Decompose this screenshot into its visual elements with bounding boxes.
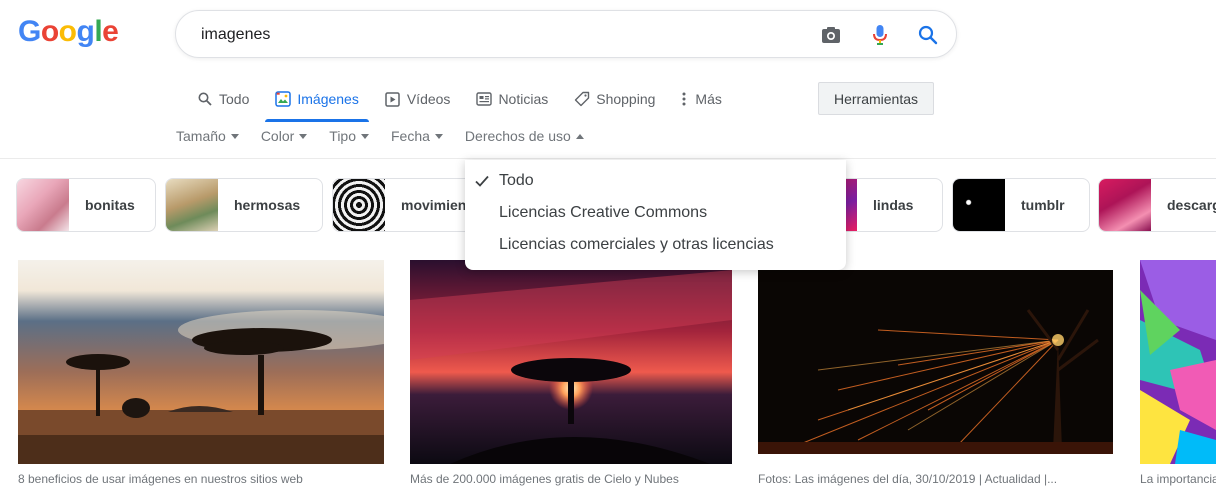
- chip-bonitas[interactable]: bonitas: [16, 178, 156, 232]
- filter-label: Fecha: [391, 128, 430, 144]
- rights-option-commercial[interactable]: Licencias comerciales y otras licencias: [499, 236, 774, 254]
- tree-sunset-image: [410, 260, 732, 464]
- filter-date[interactable]: Fecha: [391, 128, 443, 144]
- tab-label: Vídeos: [406, 91, 451, 107]
- logo-letter: o: [58, 15, 77, 48]
- chip-descargar[interactable]: descargar: [1098, 178, 1216, 232]
- result-caption[interactable]: Fotos: Las imágenes del día, 30/10/2019 …: [758, 472, 1113, 486]
- filter-bar: Tamaño Color Tipo Fecha Derechos de uso: [176, 128, 606, 144]
- chip-thumbnail: [1099, 179, 1151, 231]
- image-icon: [275, 91, 292, 107]
- filter-label: Tamaño: [176, 128, 226, 144]
- result-image-1[interactable]: [18, 260, 384, 464]
- savanna-image: [18, 260, 384, 464]
- tab-noticias[interactable]: Noticias: [476, 82, 548, 116]
- filter-type[interactable]: Tipo: [329, 128, 369, 144]
- chip-label: hermosas: [234, 197, 301, 213]
- usage-rights-menu: Todo Licencias Creative Commons Licencia…: [465, 160, 846, 270]
- more-vert-icon: [681, 91, 687, 107]
- result-caption[interactable]: La importancia: [1140, 472, 1216, 486]
- chip-hermosas[interactable]: hermosas: [165, 178, 323, 232]
- result-image-2[interactable]: [410, 260, 732, 464]
- result-image-4[interactable]: [1140, 260, 1216, 464]
- tab-videos[interactable]: Vídeos: [385, 82, 451, 116]
- filter-size[interactable]: Tamaño: [176, 128, 239, 144]
- google-logo[interactable]: Google: [18, 12, 119, 52]
- search-box[interactable]: [175, 10, 957, 59]
- tab-shopping[interactable]: Shopping: [574, 82, 655, 116]
- filter-label: Color: [260, 128, 295, 144]
- search-tabs: Todo Imágenes Vídeos Noticias Shopping M…: [197, 82, 748, 122]
- video-icon: [385, 91, 401, 107]
- tools-button[interactable]: Herramientas: [818, 82, 934, 115]
- caret-down-icon: [299, 133, 308, 139]
- result-caption[interactable]: Más de 200.000 imágenes gratis de Cielo …: [410, 472, 732, 486]
- chip-label: bonitas: [85, 197, 135, 213]
- tab-label: Imágenes: [297, 91, 359, 107]
- colorful-abstract-image: [1140, 260, 1216, 464]
- caret-up-icon: [575, 133, 584, 139]
- caret-down-icon: [230, 133, 239, 139]
- chip-thumbnail: [953, 179, 1005, 231]
- camera-icon[interactable]: [819, 23, 843, 47]
- chip-label: descargar: [1167, 197, 1216, 213]
- sparks-tree-image: [758, 270, 1113, 454]
- tab-label: Shopping: [596, 91, 656, 107]
- header-divider: [0, 158, 1216, 159]
- logo-letter: o: [40, 15, 59, 48]
- filter-color[interactable]: Color: [260, 128, 308, 144]
- filter-usage-rights[interactable]: Derechos de uso: [465, 128, 584, 144]
- news-icon: [476, 91, 493, 107]
- chip-thumbnail: [166, 179, 218, 231]
- logo-letter: l: [94, 15, 103, 48]
- result-image-3[interactable]: [758, 270, 1113, 454]
- tab-label: Todo: [219, 91, 250, 107]
- chip-label: tumblr: [1021, 197, 1065, 213]
- search-input[interactable]: [199, 11, 803, 59]
- filter-label: Derechos de uso: [464, 128, 571, 144]
- chip-tumblr[interactable]: tumblr: [952, 178, 1090, 232]
- logo-letter: G: [18, 15, 41, 48]
- chip-label: lindas: [873, 197, 914, 213]
- tag-icon: [574, 91, 590, 107]
- tab-label: Noticias: [498, 91, 549, 107]
- logo-letter: g: [76, 15, 95, 48]
- logo-letter: e: [102, 15, 119, 48]
- rights-option-all[interactable]: Todo: [499, 172, 534, 190]
- rights-option-creative-commons[interactable]: Licencias Creative Commons: [499, 204, 707, 222]
- chip-thumbnail: [17, 179, 69, 231]
- check-icon: [474, 173, 490, 189]
- filter-label: Tipo: [329, 128, 356, 144]
- caret-down-icon: [361, 133, 369, 139]
- caret-down-icon: [434, 133, 443, 139]
- search-icon[interactable]: [916, 23, 940, 47]
- tab-mas[interactable]: Más: [681, 82, 722, 116]
- microphone-icon[interactable]: [868, 23, 892, 47]
- tab-imagenes[interactable]: Imágenes: [265, 82, 370, 122]
- result-caption[interactable]: 8 beneficios de usar imágenes en nuestro…: [18, 472, 384, 486]
- tab-todo[interactable]: Todo: [197, 82, 249, 116]
- search-icon: [197, 91, 213, 107]
- tab-label: Más: [695, 91, 722, 107]
- chip-thumbnail: [333, 179, 385, 231]
